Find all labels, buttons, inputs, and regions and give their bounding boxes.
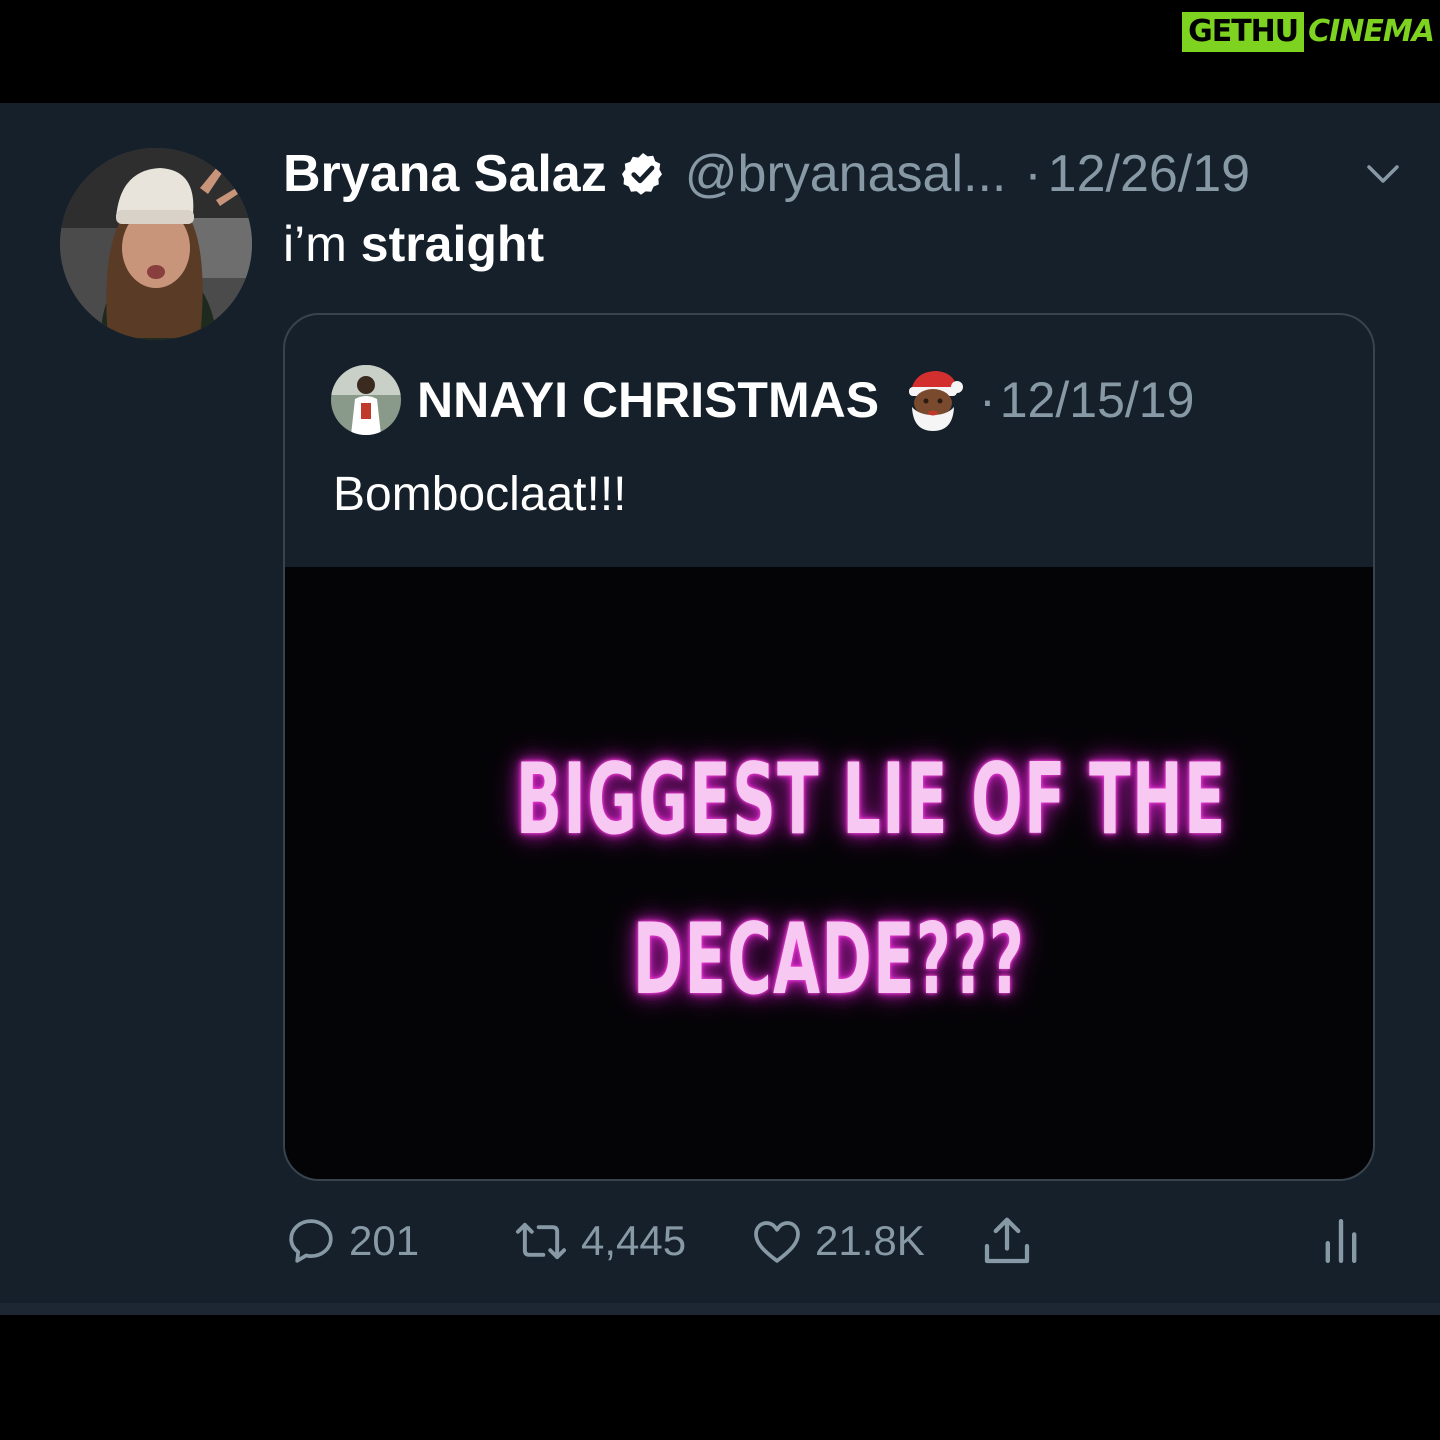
retweet-button[interactable]: 4,445 <box>511 1211 686 1271</box>
quoted-header-separator: · <box>979 372 996 428</box>
chevron-down-icon[interactable] <box>1363 159 1403 189</box>
analytics-icon <box>1325 1218 1357 1263</box>
retweet-count: 4,445 <box>581 1217 687 1264</box>
tweet-actions-bar: 201 4,445 21.8K <box>283 1203 1363 1283</box>
tweet-text: i’m straight <box>283 215 544 273</box>
retweet-icon <box>515 1222 567 1260</box>
quoted-tweet[interactable]: NNAYI CHRISTMAS · 12/15/19 Bomboclaat!!!… <box>283 313 1375 1181</box>
quoted-author-avatar[interactable] <box>331 365 401 435</box>
quoted-tweet-text: Bomboclaat!!! <box>333 468 627 521</box>
screenshot-canvas: GETHU CINEMA Bryana Salaz @bryanasal... … <box>0 0 1440 1440</box>
tweet-text-bold: straight <box>360 216 545 272</box>
tweet-divider <box>0 1303 1440 1315</box>
reply-icon <box>289 1219 333 1263</box>
santa-emoji-icon <box>909 371 964 431</box>
like-button[interactable]: 21.8K <box>749 1211 925 1271</box>
author-avatar[interactable] <box>60 148 252 340</box>
heart-icon <box>754 1221 800 1263</box>
author-handle[interactable]: @bryanasal... <box>685 144 1007 204</box>
author-avatar-image <box>60 148 252 340</box>
author-name[interactable]: Bryana Salaz <box>283 144 607 204</box>
quoted-author-name[interactable]: NNAYI CHRISTMAS <box>417 371 879 429</box>
share-icon <box>984 1217 1030 1264</box>
media-text-line-2: DECADE??? <box>632 903 1026 1017</box>
media-text-line-1: BIGGEST LIE OF THE <box>515 743 1227 857</box>
analytics-button[interactable] <box>1319 1211 1363 1271</box>
tweet-date[interactable]: 12/26/19 <box>1048 144 1250 204</box>
watermark-part-2: CINEMA <box>1308 14 1435 49</box>
quoted-tweet-media[interactable]: BIGGEST LIE OF THE DECADE??? <box>285 567 1373 1179</box>
watermark-logo: GETHU CINEMA <box>1182 12 1435 52</box>
verified-badge-icon <box>621 153 662 195</box>
tweet[interactable]: Bryana Salaz @bryanasal... · 12/26/19 i’… <box>0 103 1440 1303</box>
header-separator: · <box>1024 145 1042 203</box>
quoted-tweet-header: NNAYI CHRISTMAS · 12/15/19 <box>331 355 1194 445</box>
tweet-header: Bryana Salaz @bryanasal... · 12/26/19 <box>283 139 1403 209</box>
quoted-tweet-date[interactable]: 12/15/19 <box>1000 371 1195 429</box>
quoted-author-avatar-image <box>331 365 401 435</box>
reply-button[interactable]: 201 <box>283 1211 419 1271</box>
like-count: 21.8K <box>815 1217 925 1264</box>
watermark-part-1: GETHU <box>1182 12 1305 52</box>
reply-count: 201 <box>349 1217 420 1264</box>
tweet-text-prefix: i’m <box>283 216 361 272</box>
share-button[interactable] <box>977 1211 1037 1271</box>
